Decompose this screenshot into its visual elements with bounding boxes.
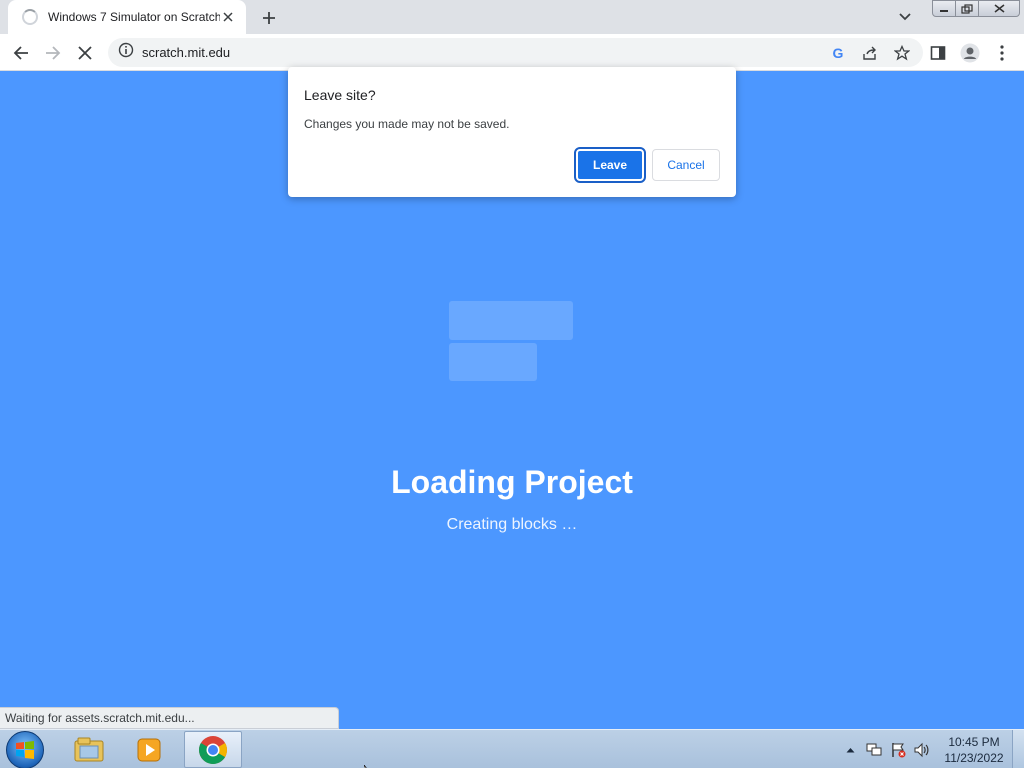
dialog-title: Leave site? xyxy=(304,87,376,103)
window-controls xyxy=(932,0,1024,18)
tab-title: Windows 7 Simulator on Scratch xyxy=(48,10,220,24)
forward-arrow-icon[interactable] xyxy=(41,41,65,65)
folder-icon xyxy=(74,737,104,761)
restore-icon[interactable] xyxy=(955,0,979,17)
mouse-cursor-icon xyxy=(363,760,374,768)
taskbar-clock[interactable]: 10:45 PM 11/23/2022 xyxy=(936,734,1012,766)
taskbar-media-player[interactable] xyxy=(120,731,178,768)
show-hidden-icons-icon[interactable] xyxy=(842,742,858,758)
omnibox-actions: G xyxy=(829,38,911,67)
leave-button[interactable]: Leave xyxy=(574,147,646,183)
loader-block-bottom-icon xyxy=(449,343,537,381)
profile-avatar-icon[interactable] xyxy=(958,41,982,65)
volume-icon[interactable] xyxy=(914,742,930,758)
menu-kebab-icon[interactable] xyxy=(990,41,1014,65)
loading-title: Loading Project xyxy=(391,464,633,500)
clock-time: 10:45 PM xyxy=(948,735,1000,749)
site-info-icon[interactable] xyxy=(118,42,134,63)
address-url: scratch.mit.edu xyxy=(142,45,231,60)
show-desktop-button[interactable] xyxy=(1012,730,1024,768)
browser-tab[interactable]: Windows 7 Simulator on Scratch xyxy=(8,0,246,34)
browser-toolbar: scratch.mit.edu G xyxy=(0,34,1024,71)
leave-site-dialog: Leave site? Changes you made may not be … xyxy=(288,67,736,197)
minimize-icon[interactable] xyxy=(932,0,956,17)
chrome-icon xyxy=(199,735,227,764)
network-icon[interactable] xyxy=(866,742,882,758)
cancel-button[interactable]: Cancel xyxy=(652,149,720,181)
media-player-icon xyxy=(137,738,161,761)
dialog-message: Changes you made may not be saved. xyxy=(304,117,510,131)
taskbar-chrome[interactable] xyxy=(184,731,242,768)
action-center-flag-icon[interactable] xyxy=(890,742,906,758)
address-bar[interactable]: scratch.mit.edu G xyxy=(108,38,923,67)
clock-date: 11/23/2022 xyxy=(944,751,1004,765)
bookmark-star-icon[interactable] xyxy=(893,44,911,62)
loading-spinner-icon xyxy=(22,9,38,25)
new-tab-icon[interactable] xyxy=(258,7,280,29)
tab-close-icon[interactable] xyxy=(220,9,236,25)
tab-strip: Windows 7 Simulator on Scratch xyxy=(0,0,1024,34)
windows-taskbar: 10:45 PM 11/23/2022 xyxy=(0,729,1024,768)
status-bubble: Waiting for assets.scratch.mit.edu... xyxy=(0,707,339,729)
start-button[interactable] xyxy=(6,731,44,768)
tab-search-chevron-icon[interactable] xyxy=(895,7,915,27)
stop-loading-icon[interactable] xyxy=(73,41,97,65)
windows-logo-icon xyxy=(16,741,34,759)
window-close-icon[interactable] xyxy=(978,0,1020,17)
loading-status: Creating blocks … xyxy=(446,516,578,533)
taskbar-explorer[interactable] xyxy=(60,731,118,768)
google-lens-icon[interactable]: G xyxy=(829,44,847,62)
back-arrow-icon[interactable] xyxy=(9,41,33,65)
side-panel-icon[interactable] xyxy=(926,41,950,65)
loader-block-top-icon xyxy=(449,301,573,340)
share-icon[interactable] xyxy=(861,44,879,62)
system-tray xyxy=(842,730,930,768)
